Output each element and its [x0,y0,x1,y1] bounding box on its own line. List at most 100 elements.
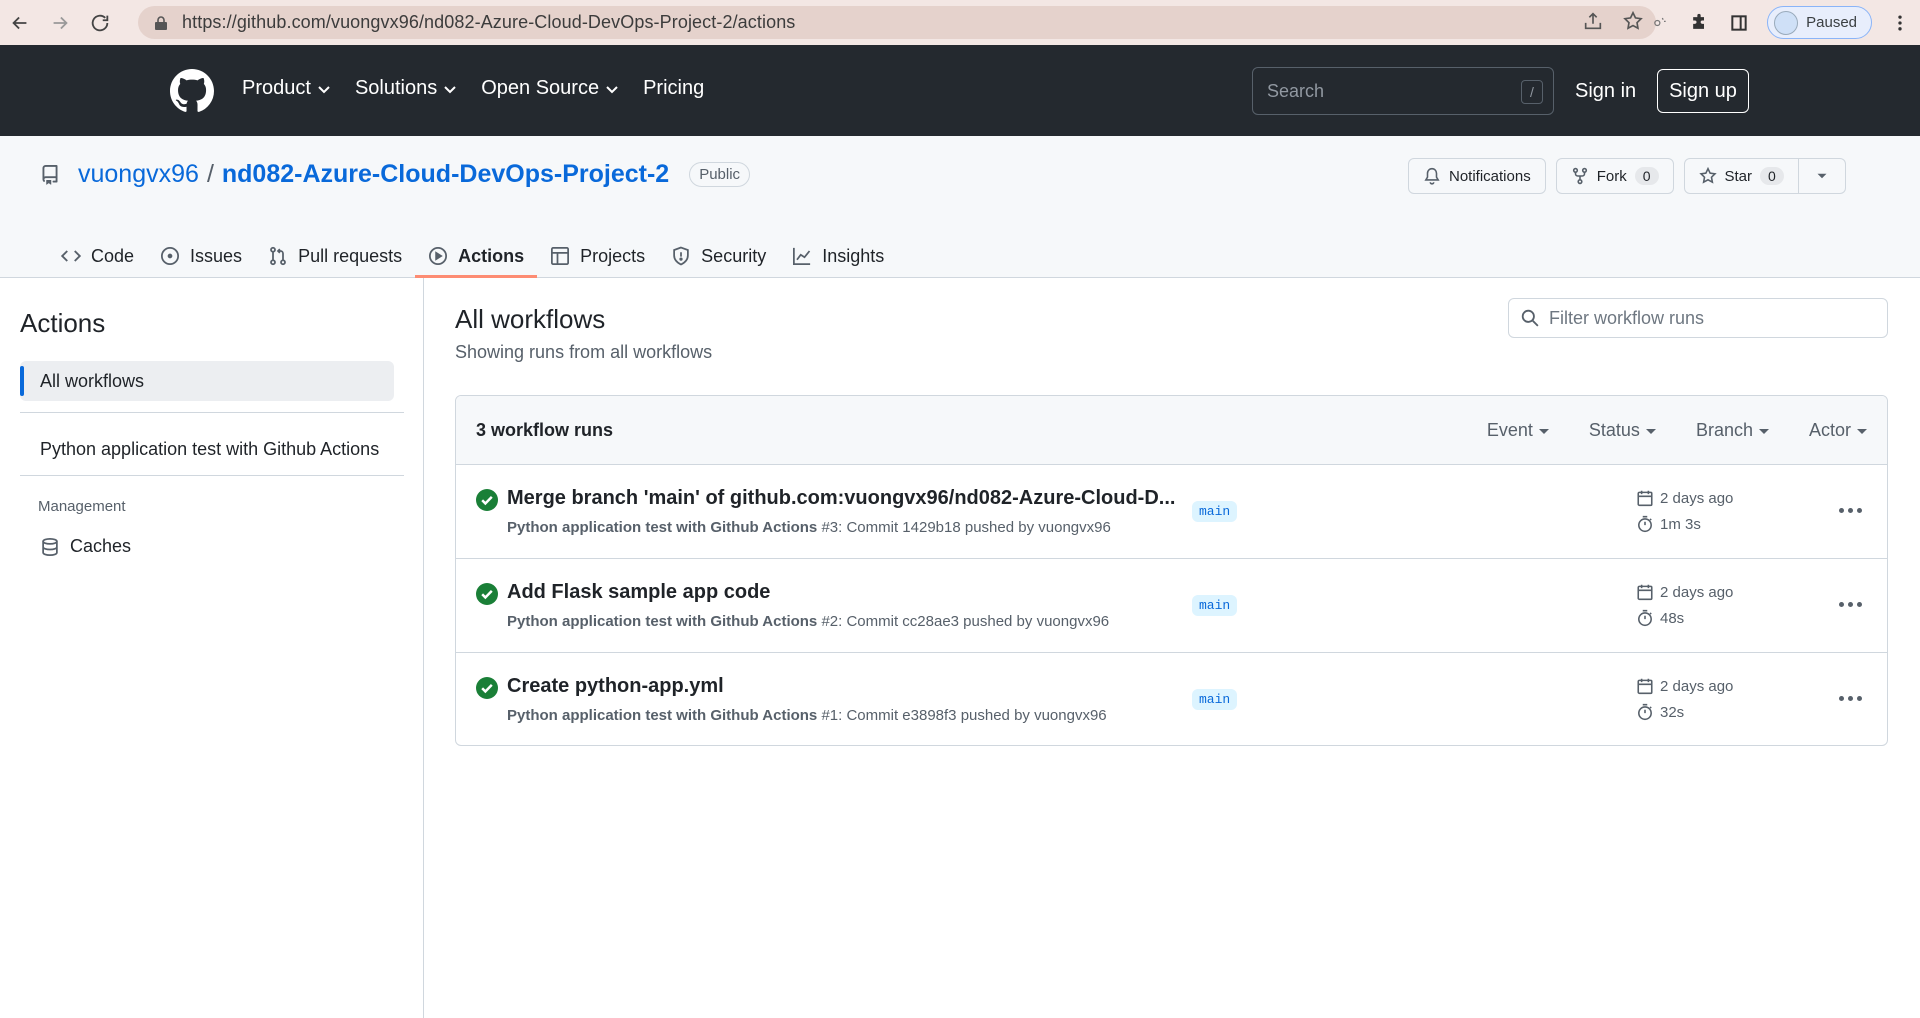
back-button[interactable] [0,3,40,43]
run-more-button[interactable] [1835,495,1865,525]
fork-label: Fork [1596,167,1627,185]
fork-count: 0 [1634,167,1659,185]
run-duration: 32s [1636,703,1684,721]
site-search[interactable]: / [1252,67,1554,115]
reload-button[interactable] [80,3,120,43]
run-title-link[interactable]: Add Flask sample app code [507,581,770,604]
branch-label[interactable]: main [1192,595,1238,616]
sign-in-link[interactable]: Sign in [1575,80,1636,103]
bell-icon [1424,167,1440,185]
filter-input[interactable] [1549,307,1869,329]
sidebar-item-workflow[interactable]: Python application test with Github Acti… [40,439,379,460]
side-panel-icon [1731,14,1747,31]
search-icon [1521,309,1539,327]
nav-solutions[interactable]: Solutions [355,77,457,100]
graph-icon [793,247,811,265]
extension-sparkle-button[interactable] [1639,3,1679,43]
tab-pull-requests[interactable]: Pull requests [255,234,415,278]
database-icon [42,537,58,556]
tab-security-label: Security [701,245,767,266]
filter-workflow-runs[interactable] [1508,298,1888,338]
tab-actions[interactable]: Actions [415,234,538,278]
side-panel-button[interactable] [1719,3,1759,43]
stopwatch-icon [1638,703,1652,721]
tab-issues-label: Issues [190,245,243,266]
sign-up-button[interactable]: Sign up [1657,69,1749,113]
visibility-badge: Public [689,162,751,187]
repo-owner-link[interactable]: vuongvx96 [78,160,199,189]
tab-actions-label: Actions [458,245,525,266]
tab-projects[interactable]: Projects [537,234,658,278]
arrow-left-icon [12,16,27,29]
run-duration-text: 32s [1660,703,1685,721]
table-icon [551,247,570,265]
nav-product[interactable]: Product [242,77,331,100]
tab-security[interactable]: Security [658,234,779,278]
run-duration: 1m 3s [1636,515,1701,533]
repo-name-link[interactable]: nd082-Azure-Cloud-DevOps-Project-2 [222,160,669,189]
branch-label[interactable]: main [1192,501,1238,522]
tab-insights[interactable]: Insights [779,234,897,278]
run-commit-info: #1: Commit e3898f3 pushed by vuongvx96 [817,707,1107,724]
arrow-right-icon [53,16,68,29]
star-button[interactable]: Star 0 [1683,158,1799,194]
check-circle-icon [476,489,498,511]
filter-status-dropdown[interactable]: Status [1589,420,1656,441]
fork-button[interactable]: Fork 0 [1555,158,1674,194]
chrome-menu-button[interactable] [1880,3,1920,43]
run-date: 2 days ago [1636,489,1733,507]
share-icon[interactable] [1582,10,1604,32]
address-bar[interactable]: https://github.com/vuongvx96/nd082-Azure… [138,6,1656,39]
branch-label[interactable]: main [1192,689,1238,710]
code-icon [61,250,81,262]
shield-icon [673,246,689,266]
calendar-icon [1637,584,1653,601]
run-more-button[interactable] [1835,683,1865,713]
sidebar-section-management: Management [38,498,126,515]
nav-pricing[interactable]: Pricing [643,77,704,100]
star-lists-dropdown[interactable] [1798,158,1846,194]
run-meta: Python application test with Github Acti… [507,613,1109,630]
run-date-text: 2 days ago [1660,677,1734,695]
forward-button[interactable] [40,3,80,43]
github-logo-icon[interactable] [170,69,214,113]
run-title-link[interactable]: Create python-app.yml [507,675,724,698]
check-circle-icon [476,677,498,699]
search-shortcut-key: / [1521,80,1543,104]
filter-event-dropdown[interactable]: Event [1487,420,1549,441]
page-subtitle: Showing runs from all workflows [455,342,713,362]
run-title-link[interactable]: Merge branch 'main' of github.com:vuongv… [507,487,1175,510]
star-count: 0 [1760,167,1784,185]
site-header: Product Solutions Open Source Pricing / … [0,45,1920,136]
tab-code-label: Code [91,245,135,266]
tab-code[interactable]: Code [48,234,147,278]
avatar [1774,10,1799,35]
runs-list-header: 3 workflow runs Event Status Branch Acto… [456,396,1887,465]
sidebar-item-caches[interactable]: Caches [40,536,131,557]
notifications-button[interactable]: Notifications [1408,158,1546,194]
sidebar-divider [20,475,404,476]
run-workflow-name: Python application test with Github Acti… [507,707,818,724]
profile-button[interactable]: Paused [1767,6,1872,39]
filter-actor-dropdown[interactable]: Actor [1809,420,1867,441]
nav-open-source[interactable]: Open Source [481,77,619,100]
calendar-icon [1637,678,1653,695]
run-more-button[interactable] [1835,589,1865,619]
profile-status: Paused [1806,14,1857,31]
nav-solutions-label: Solutions [354,77,438,99]
nav-product-label: Product [242,77,311,99]
workflow-run-row[interactable]: Add Flask sample app code Python applica… [456,559,1887,653]
chevron-down-icon [318,85,330,93]
tab-issues[interactable]: Issues [147,234,255,278]
run-workflow-name: Python application test with Github Acti… [507,613,818,630]
extensions-button[interactable] [1679,3,1719,43]
reload-icon [91,14,109,31]
workflow-run-row[interactable]: Create python-app.yml Python application… [456,653,1887,745]
workflow-run-row[interactable]: Merge branch 'main' of github.com:vuongv… [456,465,1887,559]
stopwatch-icon [1638,515,1652,533]
search-input[interactable] [1267,80,1507,102]
runs-count: 3 workflow runs [476,419,614,440]
sidebar-item-all-workflows[interactable]: All workflows [20,361,394,401]
filter-branch-dropdown[interactable]: Branch [1696,420,1769,441]
run-date: 2 days ago [1636,583,1733,601]
